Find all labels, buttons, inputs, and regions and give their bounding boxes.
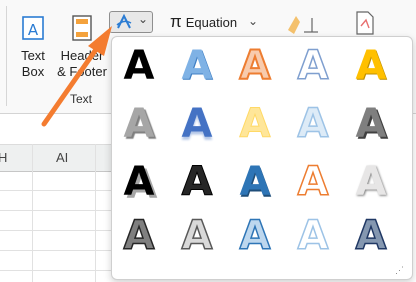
annotation-arrow-icon (41, 26, 112, 127)
